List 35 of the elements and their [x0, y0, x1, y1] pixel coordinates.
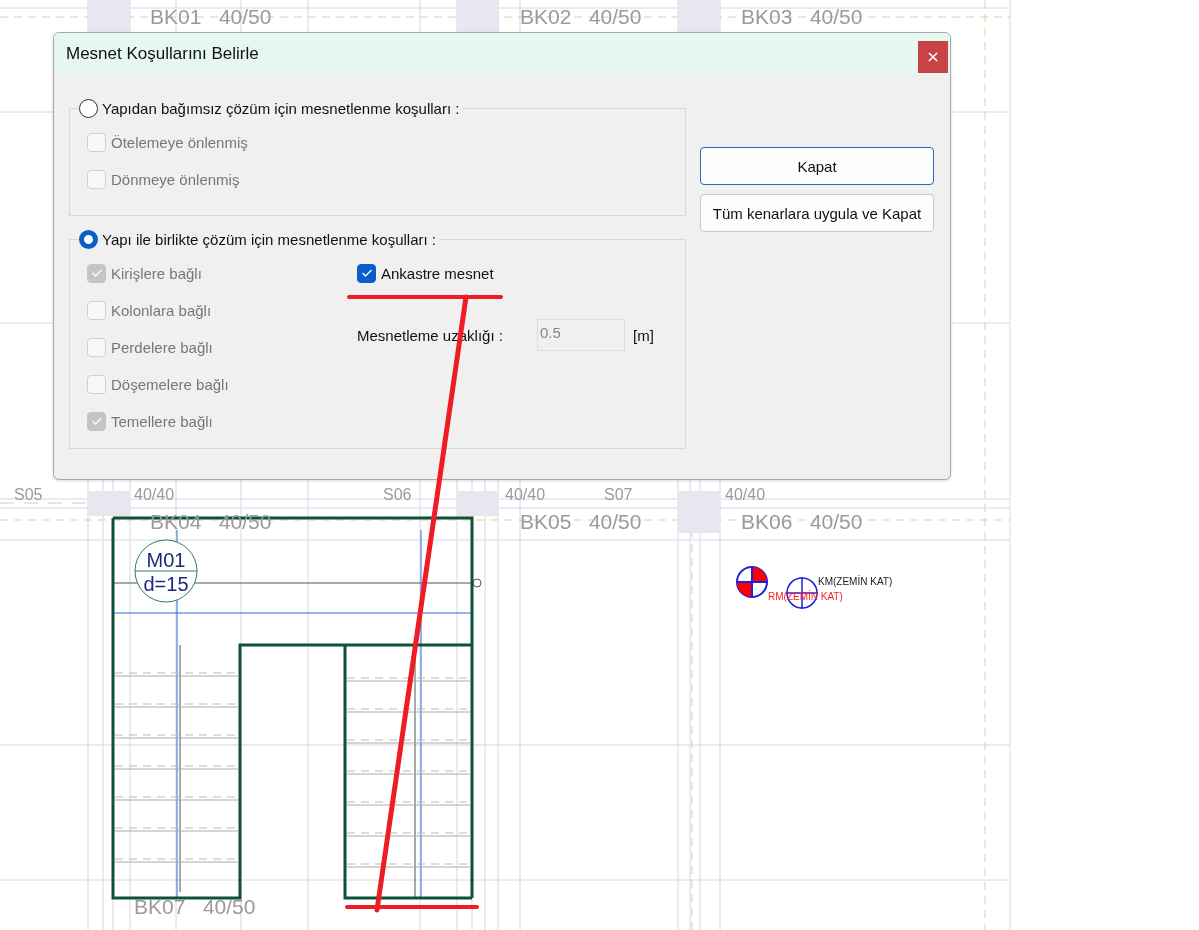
checkbox-label[interactable]: Ankastre mesnet	[381, 264, 494, 282]
check-icon	[90, 268, 103, 278]
close-icon	[928, 52, 938, 62]
window-title: Mesnet Koşullarını Belirle	[66, 44, 259, 64]
column-block	[457, 491, 499, 516]
radio-button[interactable]	[79, 99, 98, 118]
unit-label: [m]	[633, 326, 654, 344]
beam-label: BK01 40/50	[150, 5, 272, 28]
close-button[interactable]	[918, 41, 948, 73]
mass-center-icon	[736, 566, 768, 598]
checkbox[interactable]	[357, 263, 376, 283]
apply-all-button[interactable]: Tüm kenarlara uygula ve Kapat	[700, 194, 934, 232]
slab-thickness: d=15	[143, 573, 189, 595]
marker-label: KM(ZEMİN KAT)	[818, 576, 893, 587]
column-size: 40/40	[725, 486, 766, 503]
slab-tag-circle	[134, 539, 198, 603]
radio-label[interactable]: Yapı ile birlikte çözüm için mesnetlenme koşulları :	[102, 231, 437, 248]
radio-label[interactable]: Yapıdan bağımsız çözüm için mesnetlenme koşulları :	[102, 100, 460, 117]
slab-name: M01	[146, 549, 186, 571]
column-size: 40/40	[134, 486, 175, 503]
column-label: S06	[383, 486, 412, 503]
beam-label: BK06 40/50	[741, 510, 863, 533]
beam-label: BK07 40/50	[134, 895, 256, 918]
radio-button[interactable]	[79, 230, 98, 249]
column-block	[88, 491, 130, 516]
column-label: S07	[604, 486, 633, 503]
column-label: S05	[14, 486, 43, 503]
beam-label: BK02 40/50	[520, 5, 642, 28]
column-block	[678, 491, 720, 533]
check-icon	[360, 268, 373, 278]
column-size: 40/40	[505, 486, 546, 503]
check-icon	[90, 416, 103, 426]
close-dialog-button[interactable]: Kapat	[700, 147, 934, 185]
beam-label: BK03 40/50	[741, 5, 863, 28]
beam-label: BK05 40/50	[520, 510, 642, 533]
